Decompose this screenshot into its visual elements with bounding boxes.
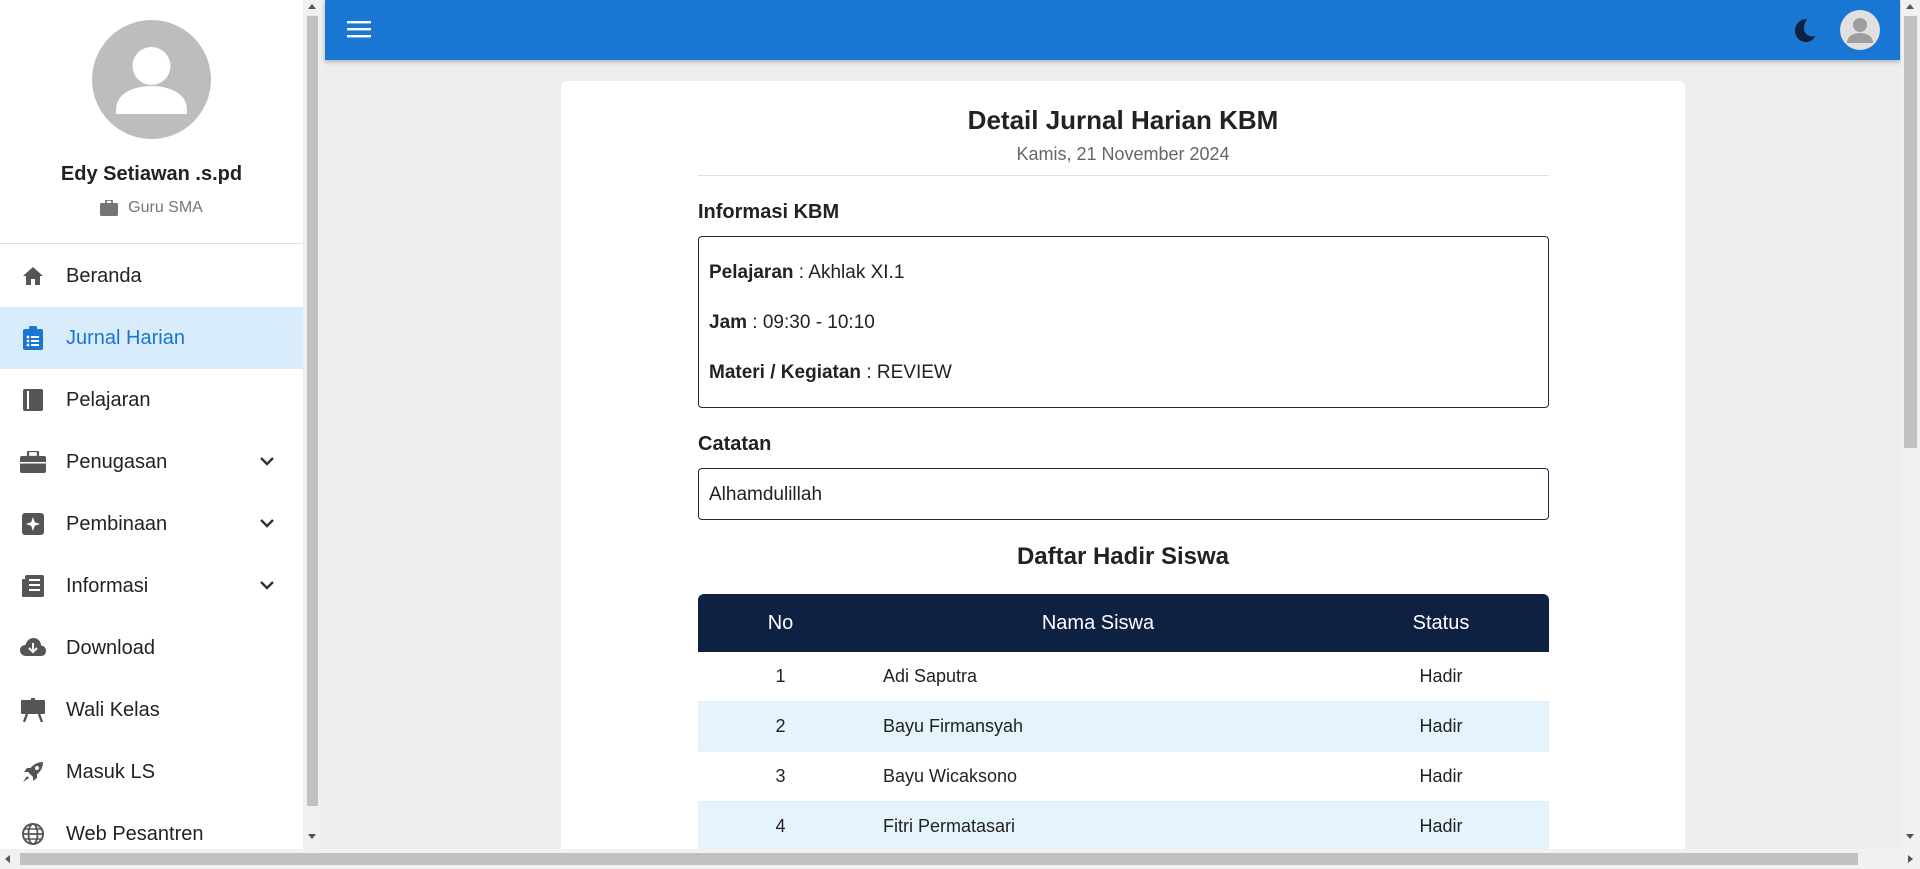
globe-icon bbox=[20, 821, 46, 847]
table-row: 3 Bayu Wicaksono Hadir bbox=[698, 752, 1549, 802]
pelajaran-line: Pelajaran : Akhlak XI.1 bbox=[709, 262, 904, 284]
sidebar-item-web-pesantren[interactable]: Web Pesantren bbox=[0, 803, 303, 849]
sidebar-item-masuk-ls[interactable]: Masuk LS bbox=[0, 741, 303, 803]
sidebar-item-pembinaan[interactable]: Pembinaan bbox=[0, 493, 303, 555]
row-no: 4 bbox=[775, 816, 786, 836]
materi-value: : REVIEW bbox=[861, 362, 952, 383]
user-icon bbox=[116, 47, 187, 114]
newspaper-icon bbox=[20, 573, 46, 599]
row-name: Bayu Wicaksono bbox=[883, 766, 1018, 786]
user-name: Edy Setiawan .s.pd bbox=[60, 163, 243, 185]
scroll-left-arrow-icon[interactable] bbox=[5, 855, 10, 863]
info-kbm-label: Informasi KBM bbox=[698, 201, 840, 223]
catatan-field: Alhamdulillah bbox=[698, 468, 1549, 520]
moon-icon[interactable] bbox=[1790, 16, 1818, 44]
horizontal-scrollbar[interactable] bbox=[0, 849, 1920, 869]
journal-detail-card: Detail Jurnal Harian KBM Kamis, 21 Novem… bbox=[561, 81, 1685, 861]
row-status: Hadir bbox=[1419, 666, 1463, 686]
table-header: No Nama Siswa Status bbox=[698, 594, 1549, 652]
user-icon bbox=[1847, 18, 1873, 43]
scroll-right-arrow-icon[interactable] bbox=[1908, 855, 1913, 863]
catatan-label: Catatan bbox=[698, 433, 772, 455]
menu-icon[interactable] bbox=[347, 19, 371, 39]
page-scrollbar-thumb[interactable] bbox=[1904, 16, 1917, 448]
sidebar-item-label: Beranda bbox=[66, 264, 142, 287]
table-row: 2 Bayu Firmansyah Hadir bbox=[698, 702, 1549, 752]
row-no: 3 bbox=[775, 766, 786, 786]
sidebar-item-beranda[interactable]: Beranda bbox=[0, 245, 303, 307]
clipboard-list-icon bbox=[20, 325, 46, 351]
row-status: Hadir bbox=[1419, 816, 1463, 836]
page-scrollbar[interactable] bbox=[1901, 0, 1920, 849]
user-role: Guru SMA bbox=[0, 199, 303, 217]
row-no: 1 bbox=[775, 666, 786, 686]
sidebar-item-label: Jurnal Harian bbox=[66, 326, 185, 349]
chevron-down-icon bbox=[260, 581, 274, 590]
cloud-download-icon bbox=[20, 635, 46, 661]
briefcase-icon bbox=[20, 449, 46, 475]
briefcase-icon bbox=[100, 200, 119, 216]
scroll-down-arrow-icon[interactable] bbox=[308, 834, 316, 839]
sidebar-scrollbar[interactable] bbox=[304, 0, 321, 849]
sidebar-item-informasi[interactable]: Informasi bbox=[0, 555, 303, 617]
row-status: Hadir bbox=[1419, 766, 1463, 786]
attendance-table: No Nama Siswa Status 1 Adi Saputra Hadir… bbox=[698, 594, 1549, 852]
attendance-title: Daftar Hadir Siswa bbox=[1016, 543, 1230, 570]
sidebar-item-label: Download bbox=[66, 636, 155, 659]
sidebar-item-label: Wali Kelas bbox=[66, 698, 160, 721]
header-name: Nama Siswa bbox=[1041, 611, 1155, 634]
table-row: 4 Fitri Permatasari Hadir bbox=[698, 802, 1549, 852]
pelajaran-value: : Akhlak XI.1 bbox=[793, 262, 905, 283]
row-name: Bayu Firmansyah bbox=[883, 716, 1024, 736]
chevron-down-icon bbox=[260, 457, 274, 466]
sidebar-item-label: Penugasan bbox=[66, 450, 168, 473]
scroll-up-arrow-icon[interactable] bbox=[1906, 4, 1914, 9]
sidebar: Edy Setiawan .s.pd Guru SMA Beranda Jurn… bbox=[0, 0, 303, 849]
page-title: Detail Jurnal Harian KBM bbox=[967, 105, 1279, 135]
info-kbm-box: Pelajaran : Akhlak XI.1 Jam : 09:30 - 10… bbox=[698, 236, 1549, 408]
header-no: No bbox=[767, 611, 794, 634]
sparkle-icon bbox=[20, 511, 46, 537]
materi-label: Materi / Kegiatan bbox=[709, 362, 862, 383]
sidebar-item-wali-kelas[interactable]: Wali Kelas bbox=[0, 679, 303, 741]
sidebar-item-label: Masuk LS bbox=[66, 760, 155, 783]
jam-value: : 09:30 - 10:10 bbox=[747, 312, 875, 333]
jam-label: Jam bbox=[709, 312, 748, 333]
materi-line: Materi / Kegiatan : REVIEW bbox=[709, 362, 952, 384]
account-avatar-button[interactable] bbox=[1840, 10, 1880, 50]
easel-icon bbox=[20, 697, 46, 723]
sidebar-item-jurnal-harian[interactable]: Jurnal Harian bbox=[0, 307, 303, 369]
top-app-bar bbox=[325, 0, 1900, 60]
sidebar-nav: Beranda Jurnal Harian Pelajaran Penugasa… bbox=[0, 245, 303, 849]
divider bbox=[698, 175, 1549, 176]
rocket-icon bbox=[20, 759, 46, 785]
row-name: Adi Saputra bbox=[883, 666, 978, 686]
avatar bbox=[92, 20, 211, 139]
pelajaran-label: Pelajaran bbox=[709, 262, 794, 283]
sidebar-item-label: Pembinaan bbox=[66, 512, 168, 535]
book-icon bbox=[20, 387, 46, 413]
chevron-down-icon bbox=[260, 519, 274, 528]
jam-line: Jam : 09:30 - 10:10 bbox=[709, 312, 875, 334]
user-role-label: Guru SMA bbox=[128, 199, 203, 216]
horizontal-scrollbar-thumb[interactable] bbox=[20, 853, 1858, 865]
profile-section: Edy Setiawan .s.pd Guru SMA bbox=[0, 0, 303, 244]
sidebar-item-penugasan[interactable]: Penugasan bbox=[0, 431, 303, 493]
sidebar-scrollbar-thumb[interactable] bbox=[307, 16, 318, 806]
home-icon bbox=[20, 263, 46, 289]
row-status: Hadir bbox=[1419, 716, 1463, 736]
journal-date: Kamis, 21 November 2024 bbox=[1016, 144, 1230, 164]
sidebar-item-label: Web Pesantren bbox=[66, 822, 204, 845]
header-status: Status bbox=[1412, 611, 1470, 634]
scroll-up-arrow-icon[interactable] bbox=[308, 4, 316, 9]
table-row: 1 Adi Saputra Hadir bbox=[698, 652, 1549, 702]
sidebar-item-label: Informasi bbox=[66, 574, 149, 597]
sidebar-item-download[interactable]: Download bbox=[0, 617, 303, 679]
row-no: 2 bbox=[775, 716, 786, 736]
sidebar-item-label: Pelajaran bbox=[66, 388, 151, 411]
row-name: Fitri Permatasari bbox=[883, 816, 1016, 836]
scroll-down-arrow-icon[interactable] bbox=[1906, 834, 1914, 839]
sidebar-item-pelajaran[interactable]: Pelajaran bbox=[0, 369, 303, 431]
